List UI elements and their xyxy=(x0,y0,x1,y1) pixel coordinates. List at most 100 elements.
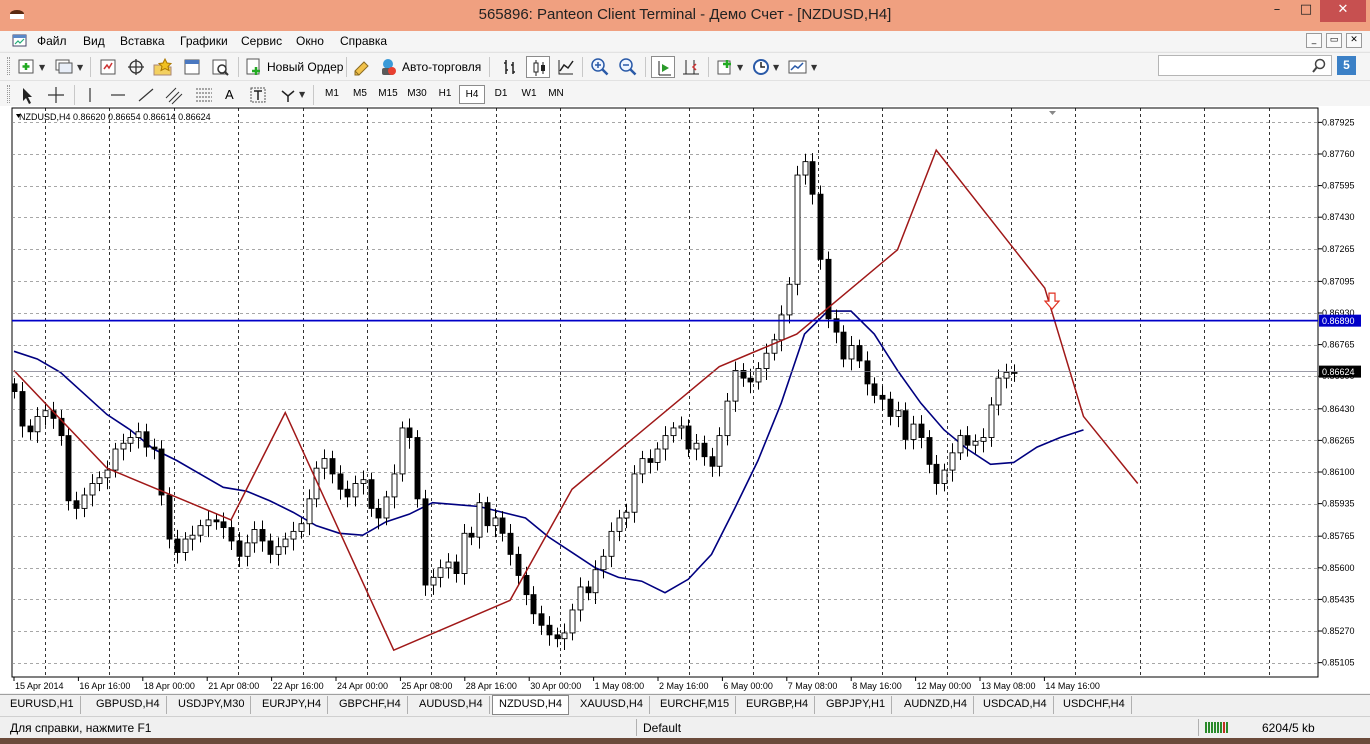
tab-usdchf-h4[interactable]: USDCHF,H4 xyxy=(1057,696,1132,714)
data-window-icon[interactable] xyxy=(126,57,146,77)
metaeditor-icon[interactable] xyxy=(352,57,372,77)
bear-candle xyxy=(329,458,336,475)
horizontal-line-icon[interactable] xyxy=(108,85,128,105)
market-watch-icon[interactable] xyxy=(98,57,118,77)
text-tool-button[interactable]: A xyxy=(225,87,234,102)
tab-gbpusd-h4[interactable]: GBPUSD,H4 xyxy=(90,696,167,714)
connection-status-icon xyxy=(1205,722,1228,733)
tab-eurchf-m15[interactable]: EURCHF,M15 xyxy=(654,696,737,714)
timeframe-h1[interactable]: H1 xyxy=(432,85,458,104)
search-input[interactable] xyxy=(1158,55,1332,76)
tab-usdcad-h4[interactable]: USDCAD,H4 xyxy=(977,696,1054,714)
tab-gbpjpy-h1[interactable]: GBPJPY,H1 xyxy=(820,696,893,714)
menu-charts[interactable]: Графики xyxy=(180,34,228,48)
bull-candle xyxy=(662,435,669,450)
tab-eurjpy-h4[interactable]: EURJPY,H4 xyxy=(256,696,329,714)
tab-eurgbp-h4[interactable]: EURGBP,H4 xyxy=(740,696,816,714)
dropdown-arrow-icon[interactable]: ▼ xyxy=(299,90,305,99)
timeframe-d1[interactable]: D1 xyxy=(488,85,514,104)
profile-name[interactable]: Default xyxy=(643,721,681,735)
bear-candle xyxy=(19,391,26,427)
chart-canvas[interactable]: 0.87925 0.87760 0.87595 0.87430 0.87265 0.870… xyxy=(0,106,1370,693)
terminal-icon[interactable] xyxy=(182,57,202,77)
arrows-icon[interactable] xyxy=(278,85,298,105)
menu-help[interactable]: Справка xyxy=(340,34,387,48)
new-chart-icon[interactable] xyxy=(17,57,37,77)
dropdown-arrow-icon[interactable]: ▼ xyxy=(39,63,45,72)
bull-candle xyxy=(949,452,956,471)
bull-candle xyxy=(306,498,313,525)
dropdown-arrow-icon[interactable]: ▼ xyxy=(773,63,779,72)
tab-usdjpy-m30[interactable]: USDJPY,M30 xyxy=(172,696,252,714)
new-order-button[interactable]: Новый Ордер xyxy=(267,60,343,74)
bar-chart-icon[interactable] xyxy=(500,57,520,77)
menu-tools[interactable]: Сервис xyxy=(241,34,282,48)
maximize-button[interactable]: □ xyxy=(1292,0,1320,22)
timeframe-m30[interactable]: M30 xyxy=(403,85,431,104)
minimize-button[interactable]: – xyxy=(1262,0,1292,22)
timeframe-h4[interactable]: H4 xyxy=(459,85,485,104)
vertical-line-icon[interactable] xyxy=(82,85,98,105)
cursor-icon[interactable] xyxy=(18,85,36,105)
tab-nzdusd-h4[interactable]: NZDUSD,H4 xyxy=(492,695,569,715)
text-label-icon[interactable] xyxy=(248,85,268,105)
timeframe-m5[interactable]: M5 xyxy=(347,85,373,104)
bear-candle xyxy=(709,456,716,467)
menu-insert[interactable]: Вставка xyxy=(120,34,165,48)
autotrading-icon[interactable] xyxy=(378,57,398,77)
tab-audnzd-h4[interactable]: AUDNZD,H4 xyxy=(898,696,974,714)
zoom-in-icon[interactable] xyxy=(590,57,610,77)
price-chart[interactable]: 0.87925 0.87760 0.87595 0.87430 0.87265 0.870… xyxy=(0,106,1370,693)
close-button[interactable]: ✕ xyxy=(1320,0,1366,22)
toolbar-grip[interactable] xyxy=(7,57,10,75)
tab-gbpchf-h4[interactable]: GBPCHF,H4 xyxy=(333,696,408,714)
menu-view[interactable]: Вид xyxy=(83,34,105,48)
timeframe-m15[interactable]: M15 xyxy=(374,85,402,104)
x-axis-label: 6 May 00:00 xyxy=(723,681,773,691)
new-order-icon[interactable] xyxy=(244,57,264,77)
dropdown-arrow-icon[interactable]: ▼ xyxy=(77,63,83,72)
candlestick-toggle[interactable] xyxy=(526,56,550,78)
child-minimize-button[interactable]: _ xyxy=(1306,33,1322,48)
equidistant-channel-icon[interactable] xyxy=(163,85,185,105)
bull-candle xyxy=(360,479,367,484)
timeframe-m1[interactable]: M1 xyxy=(319,85,345,104)
search-icon[interactable] xyxy=(1311,58,1327,74)
templates-icon[interactable] xyxy=(787,57,809,77)
menu-file[interactable]: Файл xyxy=(37,34,67,48)
line-chart-icon[interactable] xyxy=(556,57,576,77)
auto-scroll-toggle[interactable] xyxy=(651,56,675,78)
bull-candle xyxy=(391,473,398,498)
bull-candle xyxy=(693,442,700,450)
dropdown-arrow-icon[interactable]: ▼ xyxy=(811,63,817,72)
notifications-badge[interactable]: 5 xyxy=(1337,56,1356,75)
bull-candle xyxy=(771,339,778,354)
child-close-button[interactable]: ✕ xyxy=(1346,33,1362,48)
dropdown-arrow-icon[interactable]: ▼ xyxy=(737,63,743,72)
trendline-icon[interactable] xyxy=(136,85,156,105)
chart-shift-icon[interactable] xyxy=(680,57,702,77)
fibonacci-icon[interactable] xyxy=(193,85,215,105)
bull-candle xyxy=(251,529,258,544)
crosshair-icon[interactable] xyxy=(46,85,66,105)
bid-price-label: 0.86624 xyxy=(1322,367,1355,377)
child-restore-button[interactable]: ▭ xyxy=(1326,33,1342,48)
timeframe-mn[interactable]: MN xyxy=(543,85,569,104)
timeframe-w1[interactable]: W1 xyxy=(516,85,542,104)
bull-candle xyxy=(127,437,134,444)
navigator-icon[interactable] xyxy=(152,57,174,77)
tab-xauusd-h4[interactable]: XAUUSD,H4 xyxy=(574,696,650,714)
zoom-out-icon[interactable] xyxy=(618,57,638,77)
periods-clock-icon[interactable] xyxy=(751,57,771,77)
bull-candle xyxy=(592,569,599,594)
status-bar: Для справки, нажмите F1 Default 6204/5 k… xyxy=(0,716,1370,738)
menu-window[interactable]: Окно xyxy=(296,34,324,48)
toolbar-grip[interactable] xyxy=(7,85,10,103)
tab-audusd-h4[interactable]: AUDUSD,H4 xyxy=(413,696,490,714)
bull-candle xyxy=(608,530,615,557)
profiles-icon[interactable] xyxy=(54,57,74,77)
autotrading-button[interactable]: Авто-торговля xyxy=(402,60,481,74)
tab-eurusd-h1[interactable]: EURUSD,H1 xyxy=(4,696,81,714)
strategy-tester-icon[interactable] xyxy=(210,57,230,77)
indicators-icon[interactable] xyxy=(715,57,735,77)
